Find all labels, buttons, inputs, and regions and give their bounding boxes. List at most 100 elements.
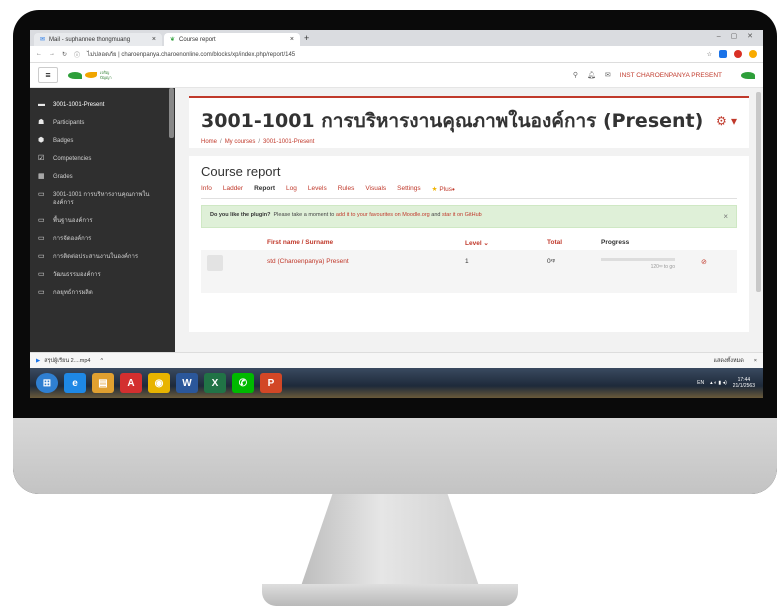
download-file[interactable]: สรุปผู้เรียน 2....mp4 bbox=[44, 357, 90, 365]
checkbox-icon: ☑ bbox=[38, 155, 45, 162]
tab-settings[interactable]: Settings bbox=[397, 185, 421, 194]
course-report-card: Course report Info Ladder Report Log Lev… bbox=[189, 156, 749, 332]
tab-visuals[interactable]: Visuals bbox=[365, 185, 386, 194]
delete-icon[interactable]: ⊘ bbox=[701, 252, 707, 266]
monitor-chin bbox=[13, 418, 777, 494]
close-icon[interactable]: × bbox=[723, 212, 728, 221]
info-icon[interactable]: ⓘ bbox=[74, 50, 80, 59]
tab-info[interactable]: Info bbox=[201, 185, 212, 194]
alert-and: and bbox=[431, 212, 441, 218]
bookmark-star-icon[interactable]: ☆ bbox=[707, 51, 712, 58]
extension-icon[interactable] bbox=[734, 50, 742, 58]
show-all-button[interactable]: แสดงทั้งหมด bbox=[713, 357, 743, 365]
word-icon[interactable]: W bbox=[176, 373, 198, 393]
folder-icon: ▭ bbox=[38, 191, 45, 198]
tab-label: Mail - suphannee thongmuang bbox=[49, 36, 131, 43]
pdf-reader-icon[interactable]: A bbox=[120, 373, 142, 393]
monitor-stand bbox=[300, 494, 480, 589]
clock[interactable]: 17:44 21/1/2563 bbox=[733, 377, 755, 389]
table-row: std (Charoenpanya) Present 1 0ˣᵖ 120ˣᵖ t… bbox=[201, 250, 737, 293]
profile-icon[interactable] bbox=[749, 50, 757, 58]
student-name[interactable]: std (Charoenpanya) Present bbox=[267, 252, 465, 265]
notification-dot-icon: • bbox=[451, 185, 455, 194]
tab-course-report[interactable]: ❦ Course report × bbox=[164, 33, 300, 46]
start-button-icon[interactable]: ⊞ bbox=[36, 373, 58, 393]
sidebar-item-section[interactable]: ▭ พื้นฐานองค์การ bbox=[30, 212, 175, 230]
tray-icons[interactable]: ▴ ◐ ▮ ◂) bbox=[710, 380, 727, 386]
excel-icon[interactable]: X bbox=[204, 373, 226, 393]
alert-link-github[interactable]: star it on GitHub bbox=[442, 212, 482, 218]
page-scrollbar[interactable] bbox=[756, 92, 761, 292]
users-icon: ☗ bbox=[38, 119, 45, 126]
url-field[interactable]: ไม่ปลอดภัย | charoenpanya.charoenonline.… bbox=[87, 49, 295, 59]
tab-rules[interactable]: Rules bbox=[338, 185, 355, 194]
column-progress: Progress bbox=[601, 239, 630, 246]
student-progress: 120ˣᵖ to go bbox=[601, 252, 701, 270]
extension-icon[interactable] bbox=[719, 50, 727, 58]
avatar[interactable] bbox=[207, 255, 223, 271]
taskbar: ⊞ e ▤ A ◉ W X ✆ P EN ▴ ◐ ▮ ◂) 17:44 21/1/… bbox=[30, 368, 763, 398]
avatar[interactable] bbox=[741, 71, 755, 79]
sidebar-item-section[interactable]: ▭ การติดต่อประสานงานในองค์การ bbox=[30, 248, 175, 266]
close-icon[interactable]: × bbox=[152, 36, 156, 43]
report-table: First name / Surname Level ⌄ Total Progr… bbox=[201, 236, 737, 293]
forward-icon[interactable]: → bbox=[49, 51, 55, 57]
breadcrumb-home[interactable]: Home bbox=[201, 139, 217, 145]
sidebar-item-section[interactable]: ▭ วัฒนธรรมองค์การ bbox=[30, 266, 175, 284]
sidebar-item-section[interactable]: ▭ การจัดองค์การ bbox=[30, 230, 175, 248]
tab-log[interactable]: Log bbox=[286, 185, 297, 194]
sidebar-item-course[interactable]: ▬ 3001-1001-Present bbox=[30, 96, 175, 114]
file-explorer-icon[interactable]: ▤ bbox=[92, 373, 114, 393]
menu-toggle-button[interactable]: ≡ bbox=[38, 67, 58, 83]
window-controls[interactable]: – ▢ ✕ bbox=[717, 32, 757, 40]
breadcrumb-course[interactable]: 3001-1001-Present bbox=[263, 139, 314, 145]
column-name[interactable]: First name / Surname bbox=[267, 239, 465, 247]
close-icon[interactable]: × bbox=[754, 358, 757, 364]
notification-bell-icon[interactable]: 🔔︎ bbox=[587, 71, 596, 79]
sidebar-item-section[interactable]: ▭ กลยุทธ์การผลิต bbox=[30, 284, 175, 302]
reload-icon[interactable]: ↻ bbox=[62, 51, 67, 58]
sidebar-item-label: Grades bbox=[53, 174, 73, 180]
sidebar-item-label: Competencies bbox=[53, 156, 92, 162]
language-indicator[interactable]: EN bbox=[697, 380, 704, 386]
alert-link-moodle[interactable]: add it to your favourites on Moodle.org bbox=[336, 212, 430, 218]
chrome-icon[interactable]: ◉ bbox=[148, 373, 170, 393]
sidebar-item-label: การติดต่อประสานงานในองค์การ bbox=[53, 254, 139, 260]
folder-icon: ▭ bbox=[38, 289, 45, 296]
sidebar-item-section[interactable]: ▭ 3001-1001 การบริหารงานคุณภาพในองค์การ bbox=[30, 186, 175, 212]
tab-levels[interactable]: Levels bbox=[308, 185, 327, 194]
sidebar-item-badges[interactable]: ⬢ Badges bbox=[30, 132, 175, 150]
table-header: First name / Surname Level ⌄ Total Progr… bbox=[201, 236, 737, 250]
new-tab-button[interactable]: + bbox=[304, 33, 309, 43]
ie-icon[interactable]: e bbox=[64, 373, 86, 393]
site-logo[interactable]: เจริญ ปัญญา bbox=[68, 70, 112, 80]
moodle-navbar: ≡ เจริญ ปัญญา ⚲ 🔔︎ ✉ INST CHAROENPANYA PR… bbox=[30, 63, 763, 88]
powerpoint-icon[interactable]: P bbox=[260, 373, 282, 393]
breadcrumb: Home / My courses/3001-1001-Present bbox=[201, 139, 315, 145]
sidebar-item-competencies[interactable]: ☑ Competencies bbox=[30, 150, 175, 168]
report-tabs: Info Ladder Report Log Levels Rules Visu… bbox=[201, 185, 737, 199]
user-menu[interactable]: INST CHAROENPANYA PRESENT bbox=[620, 72, 722, 79]
gear-icon[interactable]: ⚙ ▾ bbox=[716, 114, 737, 128]
close-icon[interactable]: × bbox=[290, 36, 294, 43]
tab-plus[interactable]: ★ Plus• bbox=[432, 185, 455, 194]
chat-icon[interactable]: ✉ bbox=[605, 71, 611, 79]
tab-ladder[interactable]: Ladder bbox=[223, 185, 243, 194]
report-title: Course report bbox=[201, 164, 281, 179]
search-icon[interactable]: ⚲ bbox=[573, 71, 578, 79]
line-app-icon[interactable]: ✆ bbox=[232, 373, 254, 393]
tab-report[interactable]: Report bbox=[254, 185, 275, 194]
alert-text: Please take a moment to bbox=[273, 212, 335, 218]
sidebar-item-label: พื้นฐานองค์การ bbox=[53, 218, 93, 224]
sidebar-scrollbar[interactable] bbox=[169, 88, 174, 138]
page-body: ▬ 3001-1001-Present ☗ Participants ⬢ Badges… bbox=[30, 88, 763, 368]
column-total[interactable]: Total bbox=[547, 239, 601, 247]
breadcrumb-my-courses[interactable]: My courses bbox=[225, 139, 256, 145]
back-icon[interactable]: ← bbox=[36, 51, 42, 57]
tab-mail[interactable]: ✉ Mail - suphannee thongmuang × bbox=[34, 33, 162, 46]
column-level[interactable]: Level ⌄ bbox=[465, 239, 547, 247]
sidebar-item-participants[interactable]: ☗ Participants bbox=[30, 114, 175, 132]
tab-plus-label: Plus bbox=[439, 186, 452, 193]
download-caret-icon[interactable]: ^ bbox=[100, 358, 103, 364]
sidebar-item-grades[interactable]: ▦ Grades bbox=[30, 168, 175, 186]
